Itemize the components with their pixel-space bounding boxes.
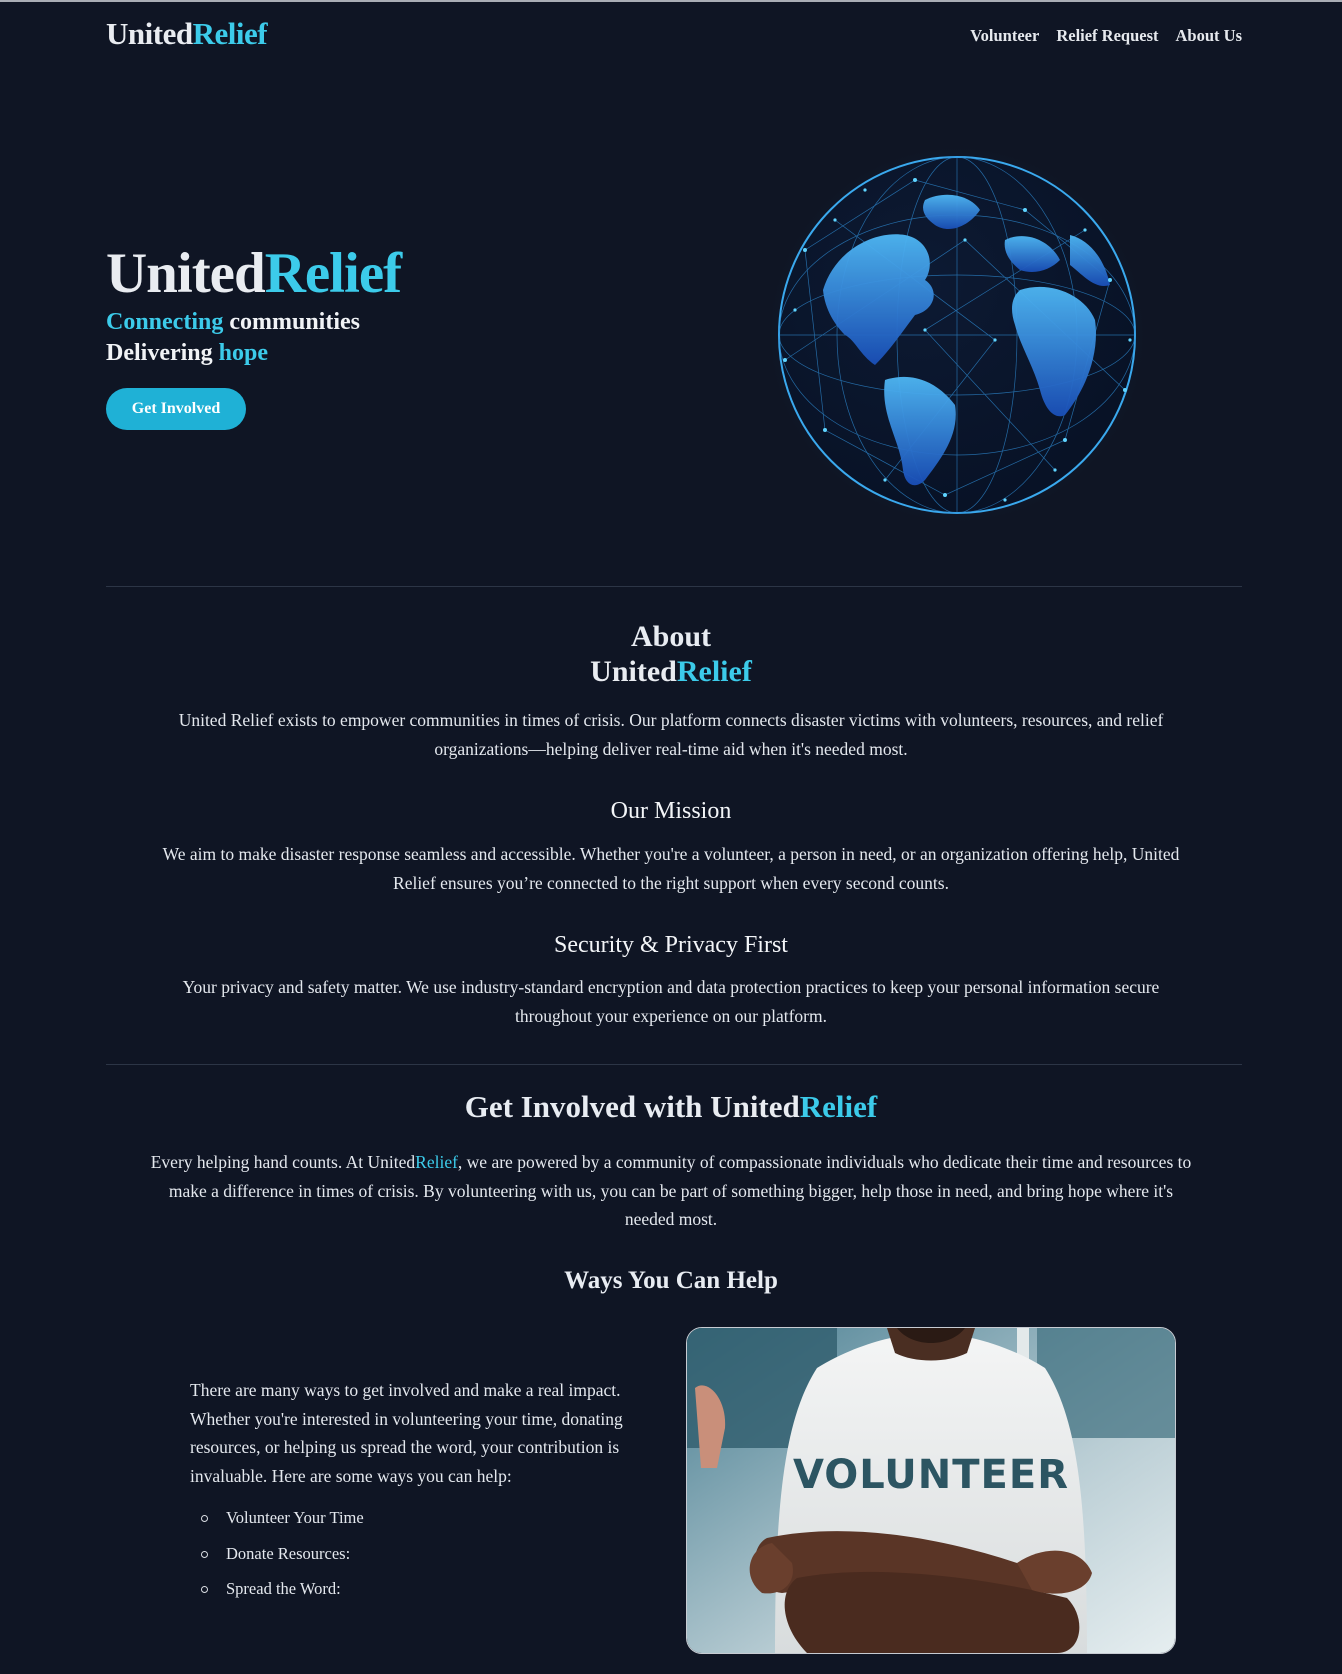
nav-link-about-us[interactable]: About Us <box>1176 26 1242 46</box>
list-item: Volunteer Your Time <box>190 1508 364 1544</box>
tagline-highlight-connecting: Connecting <box>106 309 224 335</box>
nav-logo[interactable]: UnitedRelief <box>106 16 268 52</box>
get-involved-intro: Every helping hand counts. At UnitedReli… <box>150 1148 1192 1234</box>
mission-heading: Our Mission <box>610 798 732 824</box>
ways-heading: Ways You Can Help <box>564 1267 778 1294</box>
list-item: Spread the Word: <box>190 1579 364 1615</box>
ways-text: There are many ways to get involved and … <box>190 1380 623 1486</box>
window-top-edge <box>0 0 1342 2</box>
main-nav: Volunteer Relief Request About Us <box>970 26 1242 46</box>
get-involved-heading-prefix: Get Involved with <box>464 1089 711 1124</box>
about-heading-brand: UnitedRelief <box>150 654 1192 690</box>
security-heading: Security & Privacy First <box>554 932 788 958</box>
get-involved-heading: Get Involved with UnitedRelief <box>150 1088 1192 1126</box>
intro-brand-relief: Relief <box>415 1152 458 1172</box>
intro-brand-united: United <box>367 1152 416 1172</box>
hero-title: UnitedRelief <box>106 241 402 307</box>
intro-before: Every helping hand counts. At <box>150 1152 368 1172</box>
gi-brand-relief: Relief <box>799 1089 878 1124</box>
logo-text-relief: Relief <box>192 16 268 51</box>
tagline-communities: communities <box>229 309 360 335</box>
hero-title-united: United <box>106 242 266 305</box>
nav-link-relief-request[interactable]: Relief Request <box>1056 26 1158 46</box>
volunteer-photo: VOLUNTEER <box>686 1327 1176 1654</box>
logo-text-united: United <box>106 16 193 51</box>
tagline-highlight-hope: hope <box>218 340 268 366</box>
mission-text: We aim to make disaster response seamles… <box>162 844 1180 893</box>
about-text: United Relief exists to empower communit… <box>178 710 1164 759</box>
hero-title-relief: Relief <box>264 242 402 305</box>
about-heading: About <box>630 620 712 653</box>
section-divider <box>106 1064 1242 1065</box>
nav-link-volunteer[interactable]: Volunteer <box>970 26 1039 46</box>
volunteer-photo-illustration: VOLUNTEER <box>687 1328 1175 1653</box>
section-divider <box>106 586 1242 587</box>
about-brand-relief: Relief <box>676 655 752 688</box>
hero-tagline-2: Delivering hope <box>106 340 268 367</box>
shirt-text: VOLUNTEER <box>793 1452 1069 1498</box>
tagline-delivering: Delivering <box>106 340 213 366</box>
hero-tagline-1: Connecting communities <box>106 309 360 336</box>
get-involved-button[interactable]: Get Involved <box>106 388 246 430</box>
ways-list: Volunteer Your Time Donate Resources: Sp… <box>190 1508 364 1615</box>
about-brand-united: United <box>590 655 677 688</box>
list-item: Donate Resources: <box>190 1544 364 1580</box>
security-text: Your privacy and safety matter. We use i… <box>182 977 1160 1026</box>
world-globe-network-icon <box>765 143 1149 525</box>
gi-brand-united: United <box>710 1089 800 1124</box>
